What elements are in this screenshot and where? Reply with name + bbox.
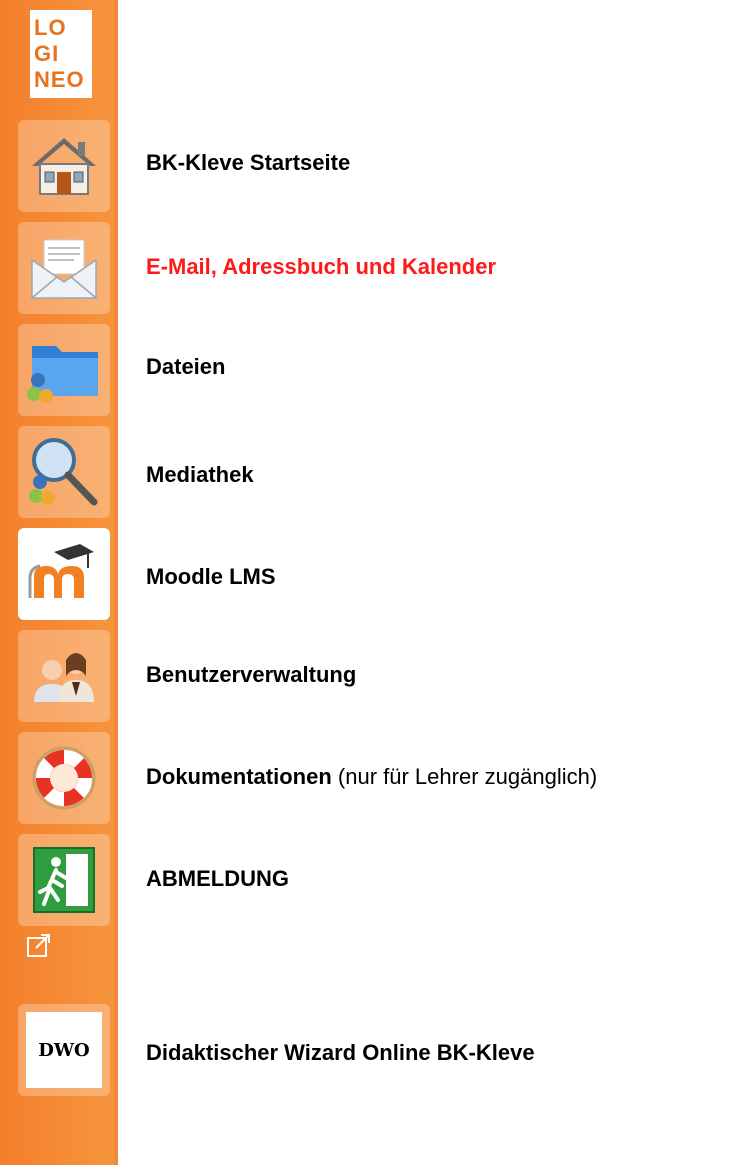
users-icon [34, 653, 94, 702]
magnifier-icon [29, 438, 98, 506]
tile-dwo[interactable]: DWO [18, 1004, 110, 1096]
menu-label-logout[interactable]: ABMELDUNG [146, 866, 289, 892]
tile-docs[interactable] [18, 732, 110, 824]
menu-label-docs[interactable]: Dokumentationen (nur für Lehrer zugängli… [146, 764, 597, 790]
house-icon [32, 138, 96, 195]
menu-label-text: Dokumentationen [146, 764, 332, 789]
menu-label-text: BK-Kleve Startseite [146, 150, 351, 175]
dwo-icon-text: DWO [38, 1039, 90, 1061]
tile-moodle[interactable] [18, 528, 110, 620]
envelope-icon [31, 239, 97, 299]
menu-label-home[interactable]: BK-Kleve Startseite [146, 150, 350, 176]
external-link-icon[interactable] [26, 932, 52, 958]
menu-label-text: E-Mail, Adressbuch und Kalender [146, 254, 497, 279]
logo-line-2: GI [34, 41, 60, 66]
menu-label-text: Dateien [146, 354, 226, 379]
menu-label-note: (nur für Lehrer zugänglich) [331, 764, 598, 789]
menu-label-users[interactable]: Benutzerverwaltung [146, 662, 356, 688]
tile-home[interactable] [18, 120, 110, 212]
sidebar: LO GI NEO DWO [0, 0, 118, 1165]
logo-line-3: NEO [34, 67, 85, 92]
tile-users[interactable] [18, 630, 110, 722]
menu-label-dwo[interactable]: Didaktischer Wizard Online BK-Kleve [146, 1040, 535, 1066]
exit-icon [33, 847, 95, 913]
tile-email[interactable] [18, 222, 110, 314]
moodle-icon [28, 544, 94, 598]
tile-mediathek[interactable] [18, 426, 110, 518]
menu-label-text: Mediathek [146, 462, 254, 487]
tile-files[interactable] [18, 324, 110, 416]
menu-label-text: ABMELDUNG [146, 866, 289, 891]
tile-logout[interactable] [18, 834, 110, 926]
logineo-logo[interactable]: LO GI NEO [30, 10, 92, 98]
logo-line-1: LO [34, 15, 67, 40]
menu-label-files[interactable]: Dateien [146, 354, 225, 380]
menu-label-mediathek[interactable]: Mediathek [146, 462, 254, 488]
menu-label-moodle[interactable]: Moodle LMS [146, 564, 276, 590]
menu-label-text: Didaktischer Wizard Online BK-Kleve [146, 1040, 535, 1065]
dwo-icon: DWO [26, 1012, 102, 1088]
menu-label-text: Moodle LMS [146, 564, 276, 589]
menu-label-email[interactable]: E-Mail, Adressbuch und Kalender [146, 254, 496, 280]
menu-label-text: Benutzerverwaltung [146, 662, 357, 687]
lifebuoy-icon [32, 746, 96, 810]
folder-icon [27, 346, 98, 403]
